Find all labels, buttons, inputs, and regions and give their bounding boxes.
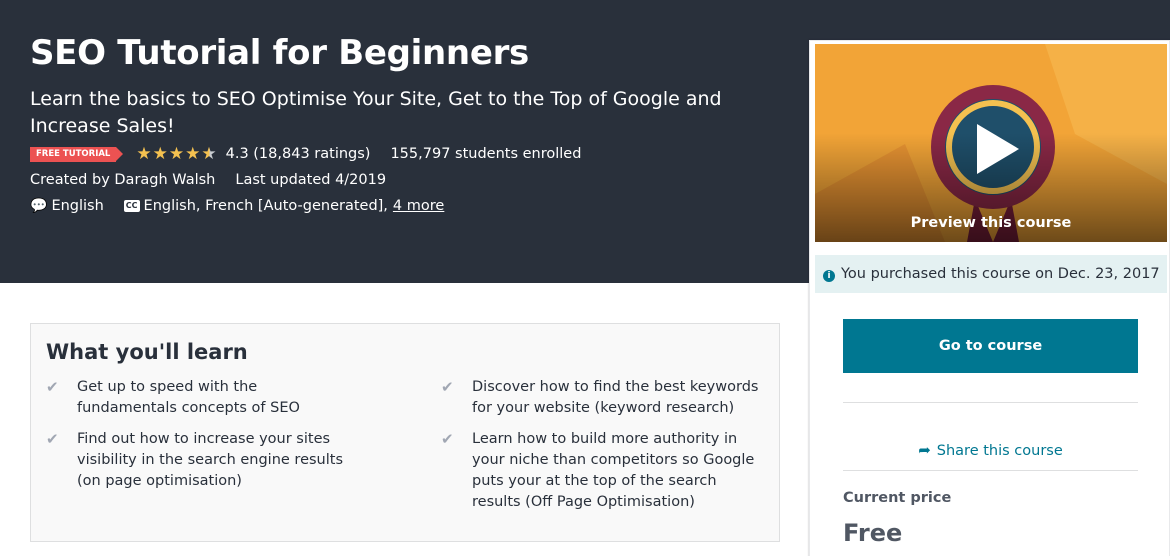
current-price-label: Current price [843,490,952,506]
free-tutorial-badge: FREE TUTORIAL [30,146,124,162]
course-authorship-row: Created by Daragh Walsh Last updated 4/2… [30,172,386,188]
share-icon: ➦ [918,441,931,459]
current-price: Free [843,519,903,547]
students-enrolled: 155,797 students enrolled [390,146,582,162]
star-icon: ★ [152,144,169,164]
learn-item-text: Get up to speed with the fundamentals co… [77,379,300,416]
learn-item-text: Learn how to build more authority in you… [472,431,755,510]
play-icon[interactable] [977,124,1019,174]
divider [843,470,1138,471]
created-by[interactable]: Created by Daragh Walsh [30,172,215,188]
star-icon: ★ [136,144,153,164]
speech-bubble-icon: 💬 [30,198,48,214]
star-half-icon: ★ [201,144,218,164]
captions-more-link[interactable]: 4 more [393,198,444,214]
share-course-link[interactable]: ➦ Share this course [843,441,1138,459]
learn-item: ✔ Learn how to build more authority in y… [441,429,761,513]
learn-item: ✔ Get up to speed with the fundamentals … [46,377,346,419]
learn-item-text: Find out how to increase your sites visi… [77,431,344,489]
purchased-notice: i You purchased this course on Dec. 23, 2… [815,255,1167,293]
last-updated: Last updated 4/2019 [235,172,387,188]
what-youll-learn-box: What you'll learn ✔ Get up to speed with… [30,323,780,542]
info-icon: i [823,270,835,282]
purchased-text: You purchased this course on Dec. 23, 20… [841,266,1160,282]
star-icon: ★ [168,144,186,164]
course-subtitle: Learn the basics to SEO Optimise Your Si… [30,88,722,137]
check-icon: ✔ [441,378,454,396]
share-label: Share this course [936,443,1063,459]
what-youll-learn-title: What you'll learn [46,340,248,364]
rating-text[interactable]: 4.3 (18,843 ratings) [226,146,371,162]
learn-item-text: Discover how to find the best keywords f… [472,379,759,416]
learn-item: ✔ Find out how to increase your sites vi… [46,429,346,492]
course-stats-row: FREE TUTORIAL ★★★★★ 4.3 (18,843 ratings)… [30,144,581,164]
captions-languages: English, French [Auto-generated], [143,198,388,214]
go-to-course-button[interactable]: Go to course [843,319,1138,373]
learn-item: ✔ Discover how to find the best keywords… [441,377,761,419]
check-icon: ✔ [46,430,59,448]
star-icon: ★ [185,144,202,164]
course-language: English [51,198,104,214]
check-icon: ✔ [46,378,59,396]
rating-stars[interactable]: ★★★★★ [136,144,217,164]
divider [843,402,1138,403]
closed-captions-icon: CC [123,200,140,212]
course-preview-video[interactable]: Preview this course [815,44,1167,242]
check-icon: ✔ [441,430,454,448]
preview-label[interactable]: Preview this course [815,215,1167,231]
purchase-sidebar: Preview this course i You purchased this … [809,40,1170,556]
course-title: SEO Tutorial for Beginners [30,33,529,73]
course-language-row: 💬 English CC English, French [Auto-gener… [30,198,444,214]
